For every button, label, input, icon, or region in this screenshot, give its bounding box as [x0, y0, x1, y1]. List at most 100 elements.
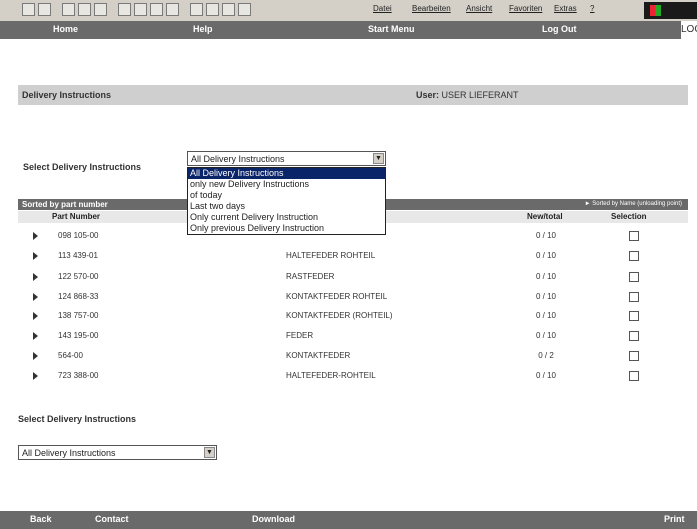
table-row: 143 195-00 FEDER 0 / 10 [18, 329, 688, 342]
dropdown-option[interactable]: Only current Delivery Instruction [188, 212, 385, 223]
back-arrow-icon[interactable] [22, 3, 35, 16]
table-row: 723 388-00 HALTEFEDER-ROHTEIL 0 / 10 [18, 369, 688, 382]
dropdown-option[interactable]: Only previous Delivery Instruction [188, 223, 385, 234]
mail-icon[interactable] [166, 3, 179, 16]
stop-icon[interactable] [62, 3, 75, 16]
expand-arrow-icon[interactable] [33, 372, 38, 380]
col-selection: Selection [611, 212, 647, 221]
nav-home[interactable]: Home [53, 24, 78, 34]
expand-arrow-icon[interactable] [33, 273, 38, 281]
footer-nav: Back Contact Download Print [0, 511, 697, 529]
discuss-icon[interactable] [222, 3, 235, 16]
expand-arrow-icon[interactable] [33, 293, 38, 301]
part-description: FEDER [286, 331, 314, 340]
favorites-icon[interactable] [134, 3, 147, 16]
footer-back[interactable]: Back [30, 514, 52, 524]
part-description: KONTAKTFEDER [286, 351, 351, 360]
dropdown-option[interactable]: only new Delivery Instructions [188, 179, 385, 190]
part-number: 564-00 [58, 351, 83, 360]
part-number: 098 105-00 [58, 231, 99, 240]
top-nav: Home Help Start Menu Log Out [0, 21, 681, 39]
home-icon[interactable] [94, 3, 107, 16]
page-title: Delivery Instructions [22, 90, 112, 100]
refresh-icon[interactable] [78, 3, 91, 16]
menu-edit[interactable]: Bearbeiten [412, 4, 451, 13]
delivery-instructions-select-top[interactable]: All Delivery Instructions ▼ [187, 151, 386, 166]
delivery-instructions-dropdown[interactable]: All Delivery Instructions only new Deliv… [187, 167, 386, 235]
chevron-down-icon[interactable]: ▼ [204, 447, 215, 458]
history-icon[interactable] [150, 3, 163, 16]
new-total: 0 / 10 [535, 292, 556, 301]
part-number: 138 757-00 [58, 311, 99, 320]
part-description: KONTAKTFEDER (ROHTEIL) [286, 311, 393, 320]
user-value: USER LIEFERANT [441, 90, 519, 100]
part-description: HALTEFEDER ROHTEIL [286, 251, 376, 260]
new-total: 0 / 10 [535, 251, 556, 260]
expand-arrow-icon[interactable] [33, 312, 38, 320]
forward-arrow-icon[interactable] [38, 3, 51, 16]
col-new-total: New/total [527, 212, 563, 221]
select-value: All Delivery Instructions [22, 448, 116, 458]
table-row: 122 570-00 RASTFEDER 0 / 10 [18, 270, 688, 283]
expand-arrow-icon[interactable] [33, 252, 38, 260]
dropdown-option[interactable]: of today [188, 190, 385, 201]
search-icon[interactable] [118, 3, 131, 16]
windows-logo-icon [650, 5, 661, 16]
messenger-icon[interactable] [238, 3, 251, 16]
selection-checkbox[interactable] [629, 371, 639, 381]
selection-checkbox[interactable] [629, 311, 639, 321]
menu-view[interactable]: Ansicht [466, 4, 492, 13]
sort-by-part-number[interactable]: Sorted by part number [22, 200, 108, 209]
part-description: RASTFEDER [286, 272, 335, 281]
selection-checkbox[interactable] [629, 272, 639, 282]
chevron-down-icon[interactable]: ▼ [373, 153, 384, 164]
dropdown-option[interactable]: All Delivery Instructions [188, 168, 385, 179]
browser-toolbar: Datei Bearbeiten Ansicht Favoriten Extra… [0, 0, 697, 22]
table-row: 138 757-00 KONTAKTFEDER (ROHTEIL) 0 / 10 [18, 309, 688, 322]
print-icon[interactable] [190, 3, 203, 16]
col-part-number: Part Number [52, 212, 101, 221]
menu-tools[interactable]: Extras [554, 4, 577, 13]
footer-print[interactable]: Print [664, 514, 685, 524]
expand-arrow-icon[interactable] [33, 352, 38, 360]
nav-help[interactable]: Help [193, 24, 213, 34]
new-total: 0 / 10 [535, 371, 556, 380]
new-total: 0 / 2 [538, 351, 554, 360]
expand-arrow-icon[interactable] [33, 232, 38, 240]
select-label-bottom: Select Delivery Instructions [18, 414, 137, 424]
edit-icon[interactable] [206, 3, 219, 16]
sort-by-name-link[interactable]: ► Sorted by Name (unloading point) [585, 201, 682, 207]
table-row: 564-00 KONTAKTFEDER 0 / 2 [18, 349, 688, 362]
selection-checkbox[interactable] [629, 351, 639, 361]
menu-help[interactable]: ? [590, 4, 594, 13]
selection-checkbox[interactable] [629, 231, 639, 241]
part-description: HALTEFEDER-ROHTEIL [286, 371, 376, 380]
logo: LOG [681, 21, 697, 39]
selection-checkbox[interactable] [629, 331, 639, 341]
new-total: 0 / 10 [535, 272, 556, 281]
selection-checkbox[interactable] [629, 251, 639, 261]
part-number: 124 868-33 [58, 292, 99, 301]
menu-file[interactable]: Datei [373, 4, 392, 13]
footer-download[interactable]: Download [252, 514, 295, 524]
part-number: 723 388-00 [58, 371, 99, 380]
new-total: 0 / 10 [535, 311, 556, 320]
nav-start-menu[interactable]: Start Menu [368, 24, 415, 34]
expand-arrow-icon[interactable] [33, 332, 38, 340]
part-number: 122 570-00 [58, 272, 99, 281]
footer-contact[interactable]: Contact [95, 514, 129, 524]
table-row: 124 868-33 KONTAKTFEDER ROHTEIL 0 / 10 [18, 290, 688, 303]
select-value: All Delivery Instructions [191, 154, 285, 164]
user-label: User: [416, 90, 440, 100]
table-row: 113 439-01 HALTEFEDER ROHTEIL 0 / 10 [18, 249, 688, 262]
part-number: 113 439-01 [58, 251, 98, 260]
delivery-instructions-select-bottom[interactable]: All Delivery Instructions ▼ [18, 445, 217, 460]
dropdown-option[interactable]: Last two days [188, 201, 385, 212]
menu-favorites[interactable]: Favoriten [509, 4, 542, 13]
selection-checkbox[interactable] [629, 292, 639, 302]
select-label-top: Select Delivery Instructions [23, 162, 142, 172]
part-number: 143 195-00 [58, 331, 99, 340]
windows-throbber [644, 2, 697, 19]
nav-logout[interactable]: Log Out [542, 24, 577, 34]
new-total: 0 / 10 [535, 331, 556, 340]
